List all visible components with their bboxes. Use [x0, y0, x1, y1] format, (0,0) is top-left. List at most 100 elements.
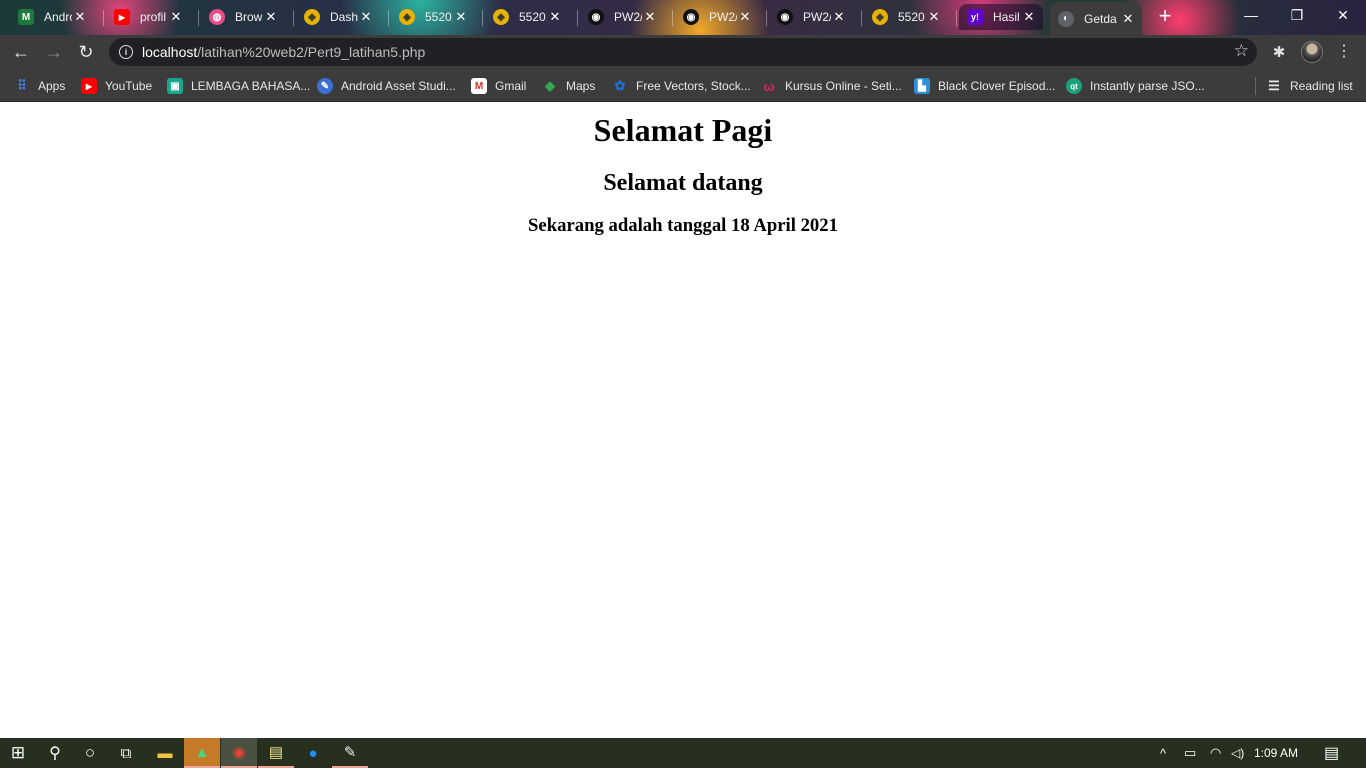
reload-button[interactable]: ↻ [73, 39, 99, 65]
task-view-icon[interactable]: ⧉ [108, 738, 144, 768]
welcome-heading: Selamat datang [603, 170, 763, 196]
quicktype-icon: qt [1066, 78, 1082, 94]
wifi-icon[interactable]: ◠ [1210, 738, 1221, 768]
tab-separator [198, 10, 199, 26]
profile-avatar[interactable] [1301, 41, 1323, 63]
bookmark-freepik[interactable]: ✿ Free Vectors, Stock... [612, 76, 751, 96]
tray-chevron-icon[interactable]: ^ [1160, 738, 1166, 768]
browser-window: M Andro ✕ ▶ profil ✕ ◍ Brows ✕ ◈ Dashb ✕… [0, 0, 1366, 768]
android-asset-studio-icon: ✎ [317, 78, 333, 94]
tab-dashboard[interactable]: ◈ Dashb ✕ [296, 4, 380, 30]
tab-youtube[interactable]: ▶ profil ✕ [106, 4, 190, 30]
tab-github-3[interactable]: ◉ PW2/ ✕ [769, 4, 853, 30]
edge-icon[interactable]: ● [295, 738, 331, 768]
search-icon[interactable]: ⚲ [37, 738, 73, 768]
tab-android[interactable]: M Andro ✕ [10, 4, 94, 30]
tab-close-icon[interactable]: ✕ [1021, 9, 1037, 25]
tab-title: 55201 [519, 10, 547, 24]
tab-close-icon[interactable]: ✕ [168, 9, 184, 25]
tab-close-icon[interactable]: ✕ [358, 9, 374, 25]
address-bar[interactable]: i localhost/latihan%20web2/Pert9_latihan… [109, 38, 1257, 66]
yellow-badge-icon: ◈ [872, 9, 888, 25]
extensions-puzzle-icon[interactable]: ✱ [1270, 43, 1288, 61]
tab-github-1[interactable]: ◉ PW2/ ✕ [580, 4, 664, 30]
restore-button[interactable]: ❐ [1274, 0, 1320, 30]
tab-title: Hasil [993, 10, 1020, 24]
windows-start-icon[interactable]: ⊞ [0, 738, 36, 768]
android-studio-icon[interactable]: ▲ [184, 738, 220, 768]
url-text[interactable]: localhost/latihan%20web2/Pert9_latihan5.… [142, 44, 425, 60]
kursus-online-icon: ω [763, 78, 775, 94]
minimize-button[interactable]: — [1228, 0, 1274, 30]
greeting-heading: Selamat Pagi [593, 112, 773, 148]
github-icon: ◉ [683, 9, 699, 25]
paint-icon[interactable]: ✎ [332, 738, 368, 768]
youtube-icon: ▶ [81, 78, 97, 94]
tab-title: Dashb [330, 10, 358, 24]
forward-button[interactable]: → [41, 39, 67, 65]
bookmark-android-asset-studio[interactable]: ✎ Android Asset Studi... [317, 76, 456, 96]
tab-close-icon[interactable]: ✕ [453, 9, 469, 25]
tab-close-icon[interactable]: ✕ [547, 9, 563, 25]
browser-menu-icon[interactable]: ⋮ [1336, 41, 1352, 63]
bookmark-label: Kursus Online - Seti... [785, 79, 902, 93]
browser-toolbar: ← → ↻ i localhost/latihan%20web2/Pert9_l… [0, 35, 1366, 69]
tab-55201-b[interactable]: ◈ 55201 ✕ [485, 4, 569, 30]
tab-close-icon[interactable]: ✕ [737, 9, 753, 25]
tab-title: Brows [235, 10, 263, 24]
tab-title: Andro [44, 10, 72, 24]
apps-grid-icon: ⠿ [17, 78, 27, 93]
tab-close-icon[interactable]: ✕ [642, 9, 658, 25]
tab-5520[interactable]: ◈ 5520 ✕ [864, 4, 948, 30]
tab-title: 55201 [425, 10, 453, 24]
dribbble-icon: ◍ [209, 9, 225, 25]
tab-github-2[interactable]: ◉ PW2/ ✕ [675, 4, 759, 30]
notepad-icon[interactable]: ▤ [258, 738, 294, 768]
notifications-icon[interactable]: ▤ [1324, 738, 1339, 768]
back-button[interactable]: ← [8, 39, 34, 65]
tab-55201-a[interactable]: ◈ 55201 ✕ [391, 4, 475, 30]
cortana-icon[interactable]: ○ [72, 738, 108, 768]
bookmark-youtube[interactable]: ▶ YouTube [81, 76, 152, 96]
file-explorer-icon[interactable]: ▬ [147, 738, 183, 768]
tab-close-icon[interactable]: ✕ [831, 9, 847, 25]
tab-yahoo-hasil[interactable]: y! Hasil ✕ [959, 4, 1043, 30]
tab-separator [388, 10, 389, 26]
youtube-icon: ▶ [114, 9, 130, 25]
tab-separator [956, 10, 957, 26]
tab-close-icon[interactable]: ✕ [72, 9, 88, 25]
github-icon: ◉ [588, 9, 604, 25]
bookmark-lembaga-bahasa[interactable]: ▣ LEMBAGA BAHASA... [167, 76, 310, 96]
site-info-icon[interactable]: i [119, 45, 133, 59]
tab-getdate-active[interactable]: ◐ Getda ✕ [1050, 2, 1142, 35]
freepik-icon: ✿ [614, 78, 626, 93]
tab-close-icon[interactable]: ✕ [263, 9, 279, 25]
tab-dribbble[interactable]: ◍ Brows ✕ [201, 4, 285, 30]
bookmark-kursus-online[interactable]: ω Kursus Online - Seti... [761, 76, 902, 96]
reading-list-button[interactable]: ☰ Reading list [1266, 76, 1353, 96]
tab-close-icon[interactable]: ✕ [926, 9, 942, 25]
volume-icon[interactable]: ◁) [1231, 738, 1244, 768]
tab-separator [577, 10, 578, 26]
bookmark-label: Apps [38, 79, 66, 93]
bookmark-maps[interactable]: ◆ Maps [542, 76, 595, 96]
chrome-icon[interactable]: ◉ [221, 738, 257, 768]
close-window-button[interactable]: ✕ [1320, 0, 1366, 30]
globe-icon: ◐ [1058, 10, 1074, 27]
tab-title: 5520 [898, 10, 925, 24]
bookmark-gmail[interactable]: M Gmail [471, 76, 526, 96]
taskbar-clock[interactable]: 1:09 AM [1254, 738, 1298, 768]
tab-separator [293, 10, 294, 26]
bookmark-star-icon[interactable]: ☆ [1234, 41, 1249, 61]
bookmark-black-clover[interactable]: ▙ Black Clover Episod... [914, 76, 1055, 96]
tab-title: Getda [1084, 11, 1117, 26]
tab-title: PW2/ [803, 10, 831, 24]
bookmark-label: LEMBAGA BAHASA... [191, 79, 311, 93]
bookmarks-divider [1255, 77, 1256, 95]
tab-close-icon[interactable]: ✕ [1120, 11, 1136, 27]
bookmark-apps[interactable]: ⠿ Apps [14, 76, 65, 96]
battery-icon[interactable]: ▭ [1184, 738, 1196, 768]
bookmark-quicktype[interactable]: qt Instantly parse JSO... [1066, 76, 1205, 96]
bookmark-label: Black Clover Episod... [938, 79, 1056, 93]
new-tab-button[interactable]: + [1154, 5, 1176, 28]
